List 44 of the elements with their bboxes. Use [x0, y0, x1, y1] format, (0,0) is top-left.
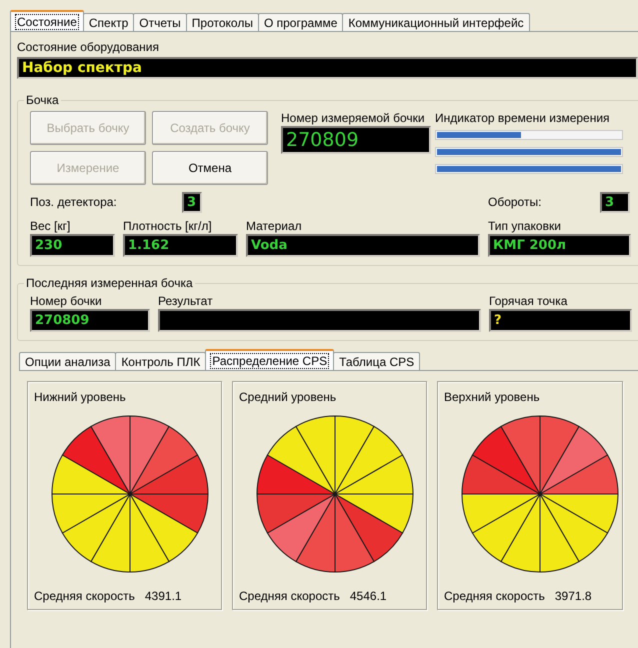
display-value: КМГ 200л: [493, 238, 566, 253]
display-value: Набор спектра: [22, 60, 142, 76]
tab[interactable]: Контроль ПЛК: [115, 352, 206, 370]
display-value: 3: [605, 194, 614, 210]
reading-label: Средняя скорость: [34, 589, 135, 603]
reading-value: 4546.1: [350, 589, 387, 603]
tab[interactable]: Протоколы: [186, 13, 259, 31]
group-title: Последняя измеренная бочка: [25, 276, 194, 290]
field-label: Результат: [158, 294, 214, 309]
display-value: 230: [35, 238, 62, 253]
level-title: Верхний уровень: [444, 390, 541, 406]
tab[interactable]: Отчеты: [133, 13, 187, 31]
display-value: ?: [494, 313, 502, 328]
tab[interactable]: Таблица CPS: [333, 352, 420, 370]
reading-value: 3971.8: [554, 589, 592, 603]
action-button[interactable]: Отмена: [152, 151, 268, 185]
tab[interactable]: Спектр: [82, 13, 134, 31]
display-value: 3: [187, 194, 196, 210]
tab[interactable]: Коммуникационный интерфейс: [342, 13, 530, 31]
display-value: Voda: [251, 238, 288, 253]
reading-label: Средняя скорость: [239, 589, 340, 603]
field-label: Индикатор времени измерения: [435, 111, 611, 126]
group-title: Бочка: [25, 93, 60, 107]
display-value: 270809: [286, 129, 359, 151]
level-title: Средний уровень: [239, 390, 338, 406]
field-label: Поз. детектора:: [30, 195, 118, 209]
display-value: 270809: [35, 313, 90, 328]
display-value: 1.162: [128, 238, 170, 253]
field-label: Горячая точка: [489, 294, 568, 309]
level-title: Нижний уровень: [34, 390, 127, 406]
field-label: Вес [кг]: [30, 219, 72, 234]
field-label: Обороты:: [488, 195, 542, 209]
field-label: Плотность [кг/л]: [123, 219, 213, 234]
reading-value: 4391.1: [144, 589, 182, 603]
tab[interactable]: Распределение CPS: [205, 349, 334, 370]
field-label: Тип упаковки: [488, 219, 562, 234]
field-label: Состояние оборудования: [17, 40, 160, 55]
reading-label: Средняя скорость: [444, 589, 545, 603]
field-label: Номер бочки: [30, 294, 103, 309]
field-label: Номер измеряемой бочки: [281, 111, 426, 126]
field-label: Материал: [246, 219, 303, 234]
tab[interactable]: О программе: [258, 13, 344, 31]
tab[interactable]: Состояние: [10, 10, 84, 31]
tab[interactable]: Опции анализа: [19, 352, 116, 370]
